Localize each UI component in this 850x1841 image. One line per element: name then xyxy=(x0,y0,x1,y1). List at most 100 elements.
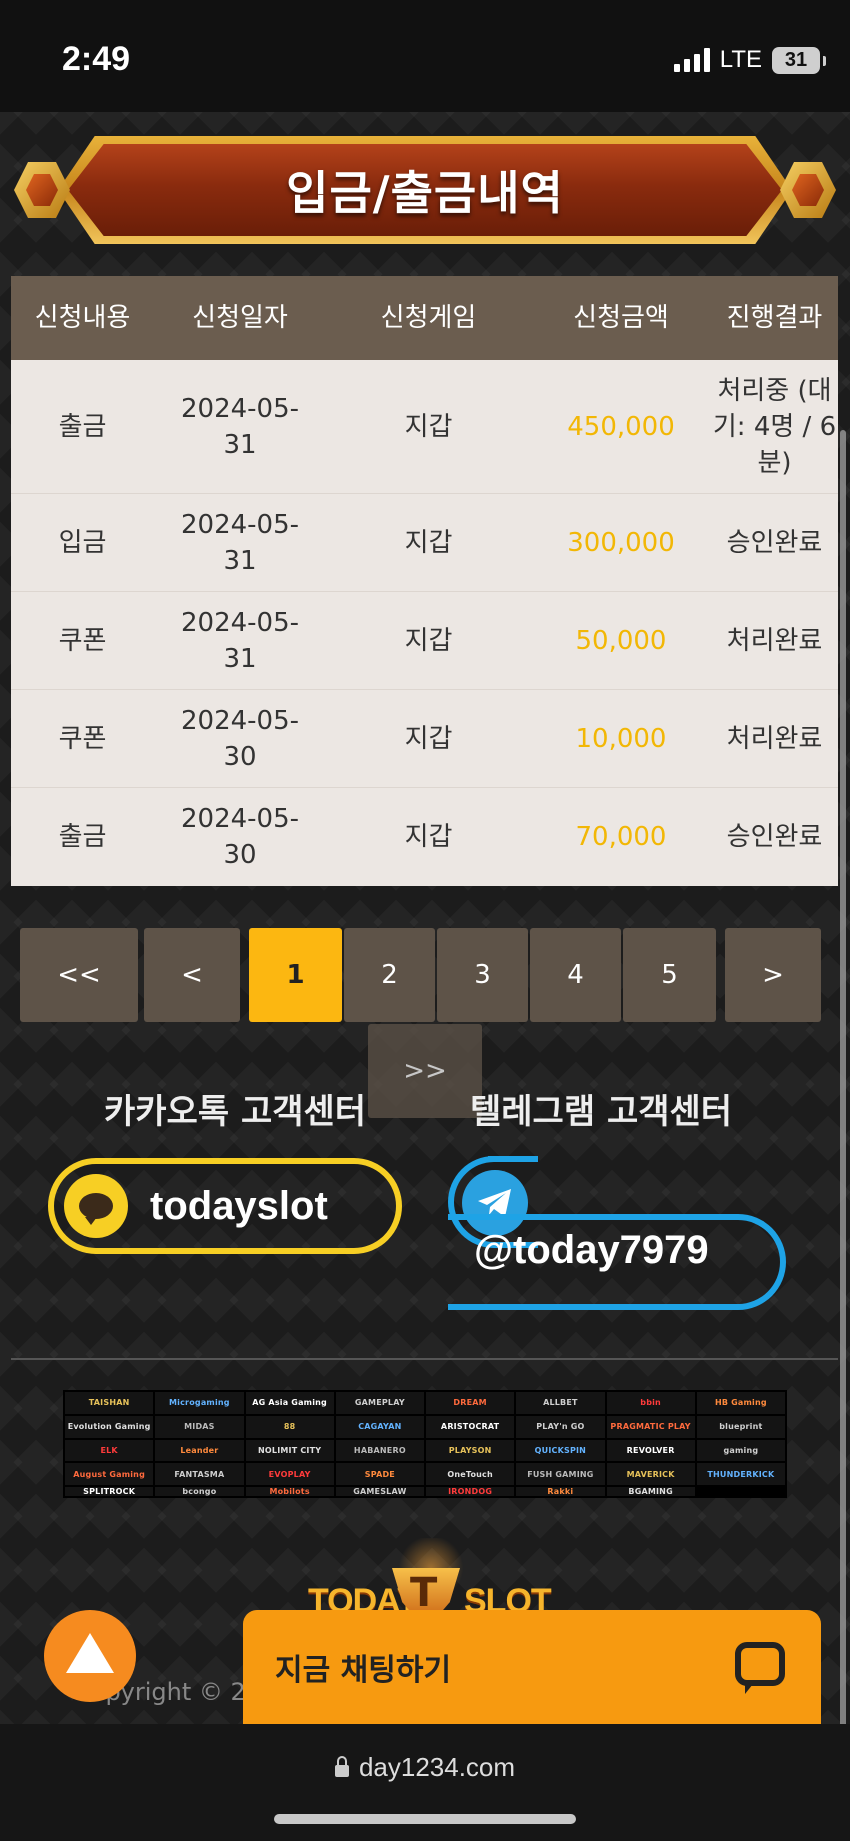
table-row: 쿠폰 2024-05-30 지갑 10,000 처리완료 xyxy=(11,690,838,788)
scroll-top-button[interactable] xyxy=(44,1610,136,1702)
cell-game: 지갑 xyxy=(404,625,453,656)
banner-inner: 입금/출금내역 xyxy=(68,144,782,236)
cell-result: 처리완료 xyxy=(726,625,823,656)
cell-date: 2024-05-30 xyxy=(180,804,299,870)
telegram-support-button[interactable]: @today7979 xyxy=(448,1156,786,1316)
provider-logo: August Gaming xyxy=(65,1463,154,1485)
provider-logo: PLAY'n GO xyxy=(516,1415,605,1438)
table-row: 출금 2024-05-31 지갑 450,000 처리중 (대기: 4명 / 6… xyxy=(11,360,838,494)
cell-result: 처리완료 xyxy=(726,723,823,754)
network-label: LTE xyxy=(719,46,762,73)
url-text: day1234.com xyxy=(358,1752,516,1782)
table-row: 입금 2024-05-31 지갑 300,000 승인완료 xyxy=(11,494,838,592)
provider-logo: FUSH GAMING xyxy=(516,1463,605,1485)
page-1-button[interactable]: 1 xyxy=(249,928,342,1022)
cell-amount: 10,000 xyxy=(575,723,667,754)
provider-logo: Mobilots xyxy=(245,1487,334,1496)
cell-date: 2024-05-31 xyxy=(180,393,299,460)
provider-logo: Leander xyxy=(155,1439,244,1462)
url-field[interactable]: day1234.com xyxy=(0,1752,850,1783)
provider-logo: DREAM xyxy=(426,1392,515,1414)
page-4-button[interactable]: 4 xyxy=(530,928,621,1022)
telegram-frame-line-bottom xyxy=(448,1304,488,1310)
provider-logo: SPLITROCK xyxy=(65,1487,154,1496)
status-time: 2:49 xyxy=(62,40,131,78)
provider-logo: THUNDERKICK xyxy=(696,1463,785,1485)
cell-type: 입금 xyxy=(58,527,107,558)
cell-result: 승인완료 xyxy=(726,822,823,852)
provider-logo: GAMESLAW xyxy=(335,1487,424,1496)
provider-logo: TAISHAN xyxy=(65,1392,154,1414)
kakao-id: todayslot xyxy=(150,1183,328,1228)
header-result: 진행결과 xyxy=(726,303,823,333)
telegram-frame-line xyxy=(488,1156,530,1162)
page-last-button[interactable]: >> xyxy=(368,1024,482,1118)
kakao-support-title: 카카오톡 고객센터 xyxy=(104,1092,367,1132)
header-type: 신청내용 xyxy=(34,303,131,333)
cell-date: 2024-05-30 xyxy=(180,705,299,772)
page-2-button[interactable]: 2 xyxy=(344,928,435,1022)
cell-amount: 70,000 xyxy=(575,822,667,852)
status-indicators: LTE 31 xyxy=(673,46,826,74)
provider-logo: ARISTOCRAT xyxy=(426,1415,515,1438)
provider-logo: MIDAS xyxy=(155,1415,244,1438)
page-title-banner: 입금/출금내역 xyxy=(14,130,836,250)
provider-logo: EVOPLAY xyxy=(245,1463,334,1485)
provider-logo: GAMEPLAY xyxy=(335,1392,424,1414)
provider-logo: OneTouch xyxy=(426,1463,515,1485)
page-5-button[interactable]: 5 xyxy=(623,928,716,1022)
provider-logo: PLAYSON xyxy=(426,1439,515,1462)
provider-logo: Microgaming xyxy=(155,1392,244,1414)
cell-amount: 450,000 xyxy=(567,411,675,442)
cell-type: 출금 xyxy=(58,822,107,852)
provider-logo: ALLBET xyxy=(516,1392,605,1414)
provider-logo: PRAGMATIC PLAY xyxy=(606,1415,695,1438)
provider-logo: SPADE xyxy=(335,1463,424,1485)
provider-logo: FANTASMA xyxy=(155,1463,244,1485)
cell-game: 지갑 xyxy=(404,723,453,754)
history-table: 신청내용 신청일자 신청게임 신청금액 진행결과 출금 2024-05-31 지… xyxy=(11,276,838,886)
page-content: 입금/출금내역 신청내용 신청일자 신청게임 신청금액 진행결과 출금 2024… xyxy=(0,112,850,1724)
provider-logo: ELK xyxy=(65,1439,154,1462)
signal-icon xyxy=(673,48,710,72)
provider-logo: HB Gaming xyxy=(696,1392,785,1414)
table-header: 신청내용 신청일자 신청게임 신청금액 진행결과 xyxy=(11,276,838,360)
page-title: 입금/출금내역 xyxy=(286,166,564,220)
table-row: 출금 2024-05-30 지갑 70,000 승인완료 xyxy=(11,788,838,886)
table-body: 출금 2024-05-31 지갑 450,000 처리중 (대기: 4명 / 6… xyxy=(11,360,838,886)
cell-game: 지갑 xyxy=(404,822,453,852)
status-bar: 2:49 LTE 31 xyxy=(0,0,850,112)
provider-logo: QUICKSPIN xyxy=(516,1439,605,1462)
gem-right-icon xyxy=(780,162,836,218)
telegram-support-title: 텔레그램 고객센터 xyxy=(470,1092,733,1132)
page-3-button[interactable]: 3 xyxy=(437,928,528,1022)
cell-amount: 300,000 xyxy=(567,527,675,558)
header-game: 신청게임 xyxy=(380,303,477,333)
header-amount: 신청금액 xyxy=(573,303,669,333)
browser-address-bar: day1234.com xyxy=(0,1724,850,1841)
home-indicator[interactable] xyxy=(274,1814,576,1824)
live-chat-button[interactable]: 지금 채팅하기 xyxy=(243,1610,821,1724)
provider-logo: MAVERICK xyxy=(606,1463,695,1485)
gem-left-icon xyxy=(14,162,70,218)
cell-result: 승인완료 xyxy=(726,527,823,558)
page-first-button[interactable]: << xyxy=(20,928,138,1022)
cell-game: 지갑 xyxy=(404,411,453,442)
provider-logo: 88 xyxy=(245,1415,334,1438)
page-prev-button[interactable]: < xyxy=(144,928,240,1022)
page-next-button[interactable]: > xyxy=(725,928,821,1022)
provider-logo: NOLIMIT CITY xyxy=(245,1439,334,1462)
kakao-support-button[interactable]: todayslot xyxy=(48,1158,402,1254)
provider-logos: TAISHAN Microgaming AG Asia Gaming GAMEPLAY… xyxy=(63,1390,787,1498)
provider-logo: CAGAYAN xyxy=(335,1415,424,1438)
provider-logo: bcongo xyxy=(155,1487,244,1496)
provider-logo: Rakki xyxy=(516,1487,605,1496)
chat-bubble-icon xyxy=(735,1642,785,1694)
table-row: 쿠폰 2024-05-31 지갑 50,000 처리완료 xyxy=(11,592,838,690)
cell-type: 출금 xyxy=(58,411,107,442)
provider-logo: BGAMING xyxy=(606,1487,695,1496)
provider-logo: REVOLVER xyxy=(606,1439,695,1462)
cell-amount: 50,000 xyxy=(575,625,667,656)
header-date: 신청일자 xyxy=(192,303,288,333)
cell-game: 지갑 xyxy=(404,527,453,558)
